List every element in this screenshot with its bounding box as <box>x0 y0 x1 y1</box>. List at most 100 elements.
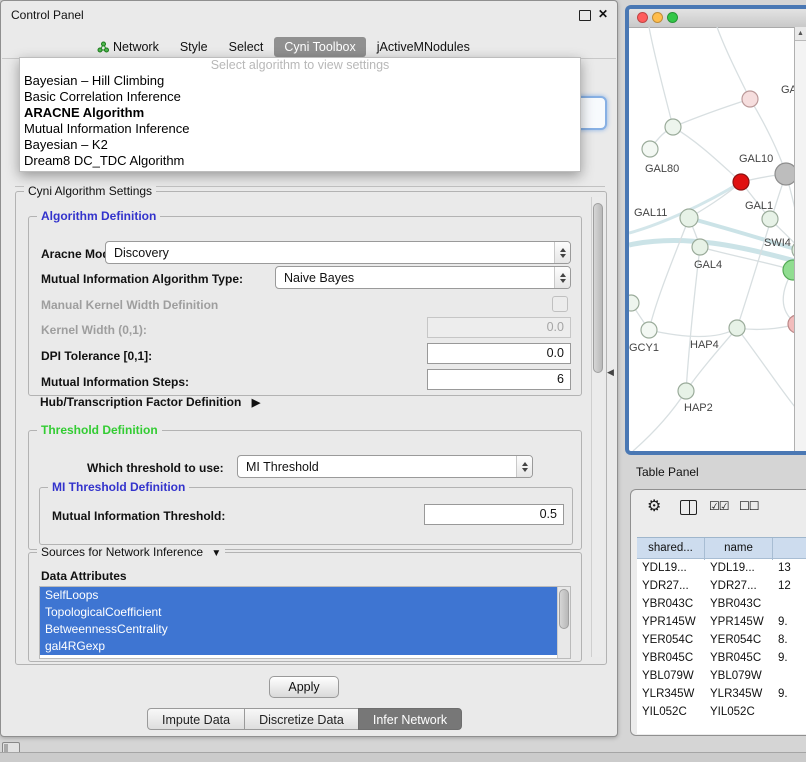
combo-stepper-icon <box>554 242 570 263</box>
network-node[interactable] <box>678 383 694 399</box>
table-row[interactable]: YDL19...YDL19...13 <box>637 559 806 577</box>
combo-value: MI Threshold <box>238 460 516 474</box>
network-node[interactable] <box>642 141 658 157</box>
select-all-icon[interactable]: ☑☑ <box>709 499 729 513</box>
table-cell: YDL19... <box>705 559 773 577</box>
scroll-up-icon[interactable]: ▲ <box>795 27 806 41</box>
network-node[interactable] <box>629 295 639 311</box>
network-edge <box>649 27 673 127</box>
tab-label: Cyni Toolbox <box>284 40 355 54</box>
close-icon[interactable]: ✕ <box>598 7 608 21</box>
network-node[interactable] <box>775 163 795 185</box>
apply-button[interactable]: Apply <box>269 676 339 698</box>
tab-jactivemnodules[interactable]: jActiveMNodules <box>367 37 480 57</box>
dpi-tolerance-field[interactable]: 0.0 <box>427 343 571 364</box>
attribute-item-selfloops[interactable]: SelfLoops <box>40 587 570 604</box>
mi-type-select[interactable]: Naive Bayes <box>275 266 571 289</box>
dropdown-item-aracne-algorithm[interactable]: ARACNE Algorithm <box>20 105 580 121</box>
checked-box-icon: ☑ <box>709 499 719 513</box>
network-edge <box>737 328 795 407</box>
gear-icon[interactable]: ⚙ <box>647 496 661 516</box>
aracne-mode-select[interactable]: Discovery <box>105 241 571 264</box>
network-icon <box>97 41 109 53</box>
tab-style[interactable]: Style <box>170 37 218 57</box>
table-panel-window: ⚙ ☑☑ ☐☐ shared...name YDL19...YDL19...13… <box>630 489 806 736</box>
mi-steps-field[interactable]: 6 <box>427 369 571 390</box>
which-threshold-select[interactable]: MI Threshold <box>237 455 533 478</box>
table-row[interactable]: YIL052CYIL052C <box>637 703 806 721</box>
attribute-item-betweennesscentrality[interactable]: BetweennessCentrality <box>40 621 570 638</box>
unchecked-box-icon: ☐ <box>739 499 749 513</box>
dropdown-item-dream8-dc-tdc-algorithm[interactable]: Dream8 DC_TDC Algorithm <box>20 153 580 169</box>
tab-label: Network <box>113 40 159 54</box>
dropdown-item-basic-correlation-inference[interactable]: Basic Correlation Inference <box>20 89 580 105</box>
network-node[interactable] <box>729 320 745 336</box>
bottom-tab-discretize-data[interactable]: Discretize Data <box>244 708 359 730</box>
zoom-traffic-light[interactable] <box>667 12 678 23</box>
dropdown-item-bayesian-k2[interactable]: Bayesian – K2 <box>20 137 580 153</box>
group-title: Algorithm Definition <box>37 209 160 223</box>
table-column-header[interactable] <box>773 538 806 560</box>
network-node[interactable] <box>692 239 708 255</box>
sources-expander[interactable]: Sources for Network Inference ▼ <box>37 545 225 559</box>
tab-select[interactable]: Select <box>219 37 274 57</box>
table-row[interactable]: YBL079WYBL079W <box>637 667 806 685</box>
table-column-header[interactable]: name <box>705 538 773 560</box>
node-label-gal: GAL <box>781 84 795 96</box>
hub-definition-expander[interactable]: Hub/Transcription Factor Definition ▶ <box>40 395 260 409</box>
attribute-item-gal4rgexp[interactable]: gal4RGexp <box>40 638 570 655</box>
network-node[interactable] <box>680 209 698 227</box>
mi-threshold-field[interactable]: 0.5 <box>424 504 564 525</box>
combo-value: Discovery <box>106 246 554 260</box>
hub-definition-label: Hub/Transcription Factor Definition <box>40 395 241 409</box>
combo-stepper-icon <box>554 267 570 288</box>
deselect-all-icon[interactable]: ☐☐ <box>739 499 759 513</box>
manual-kernel-checkbox[interactable] <box>552 296 568 312</box>
minimize-traffic-light[interactable] <box>652 12 663 23</box>
table-cell: YBL079W <box>637 667 705 685</box>
collapse-arrow-icon: ▼ <box>211 548 221 559</box>
bottom-tab-infer-network[interactable]: Infer Network <box>358 708 462 730</box>
table-cell <box>773 667 806 685</box>
table-row[interactable]: YPR145WYPR145W9. <box>637 613 806 631</box>
scrollbar-thumb[interactable] <box>559 589 569 629</box>
table-column-header[interactable]: shared... <box>637 538 705 560</box>
network-node[interactable] <box>762 211 778 227</box>
network-node[interactable] <box>665 119 681 135</box>
list-scrollbar[interactable] <box>557 587 570 658</box>
combo-value: Naive Bayes <box>276 271 554 285</box>
bottom-status-strip <box>0 752 806 762</box>
close-traffic-light[interactable] <box>637 12 648 23</box>
scrollbar-thumb[interactable] <box>593 203 603 373</box>
dropdown-item-mutual-information-inference[interactable]: Mutual Information Inference <box>20 121 580 137</box>
network-titlebar[interactable] <box>629 9 806 28</box>
table-row[interactable]: YBR043CYBR043C <box>637 595 806 613</box>
manual-kernel-label: Manual Kernel Width Definition <box>41 298 218 312</box>
table-row[interactable]: YER054CYER054C8. <box>637 631 806 649</box>
node-label-gal11: GAL11 <box>634 207 667 219</box>
tab-cyni-toolbox[interactable]: Cyni Toolbox <box>274 37 365 57</box>
settings-scrollbar[interactable] <box>591 197 604 657</box>
mi-threshold-group: MI Threshold Definition Mutual Informati… <box>39 487 573 545</box>
table-row[interactable]: YDR27...YDR27...12 <box>637 577 806 595</box>
bottom-tab-impute-data[interactable]: Impute Data <box>147 708 245 730</box>
network-edge <box>686 328 737 391</box>
dropdown-item-bayesian-hill-climbing[interactable]: Bayesian – Hill Climbing <box>20 73 580 89</box>
network-node[interactable] <box>742 91 758 107</box>
table-row[interactable]: YLR345WYLR345W9. <box>637 685 806 703</box>
network-node[interactable] <box>733 174 749 190</box>
network-node[interactable] <box>641 322 657 338</box>
attribute-item-topologicalcoefficient[interactable]: TopologicalCoefficient <box>40 604 570 621</box>
tab-network[interactable]: Network <box>87 37 169 57</box>
network-scrollbar[interactable]: ▲ <box>794 27 806 451</box>
table-cell: YLR345W <box>705 685 773 703</box>
table-cell: YIL052C <box>637 703 705 721</box>
float-window-icon[interactable] <box>579 10 591 21</box>
node-label-swi4: SWI4 <box>764 237 791 249</box>
table-row[interactable]: YBR045CYBR045C9. <box>637 649 806 667</box>
unchecked-box-icon: ☐ <box>749 499 759 513</box>
column-settings-icon[interactable] <box>680 500 697 515</box>
network-canvas[interactable]: GALGAL80GAL10GAL11GAL1SWI4GAL4GCY1HAP4HA… <box>629 27 795 451</box>
node-label-gal1: GAL1 <box>745 200 773 212</box>
splitter-collapse-icon[interactable]: ◀ <box>607 367 614 378</box>
